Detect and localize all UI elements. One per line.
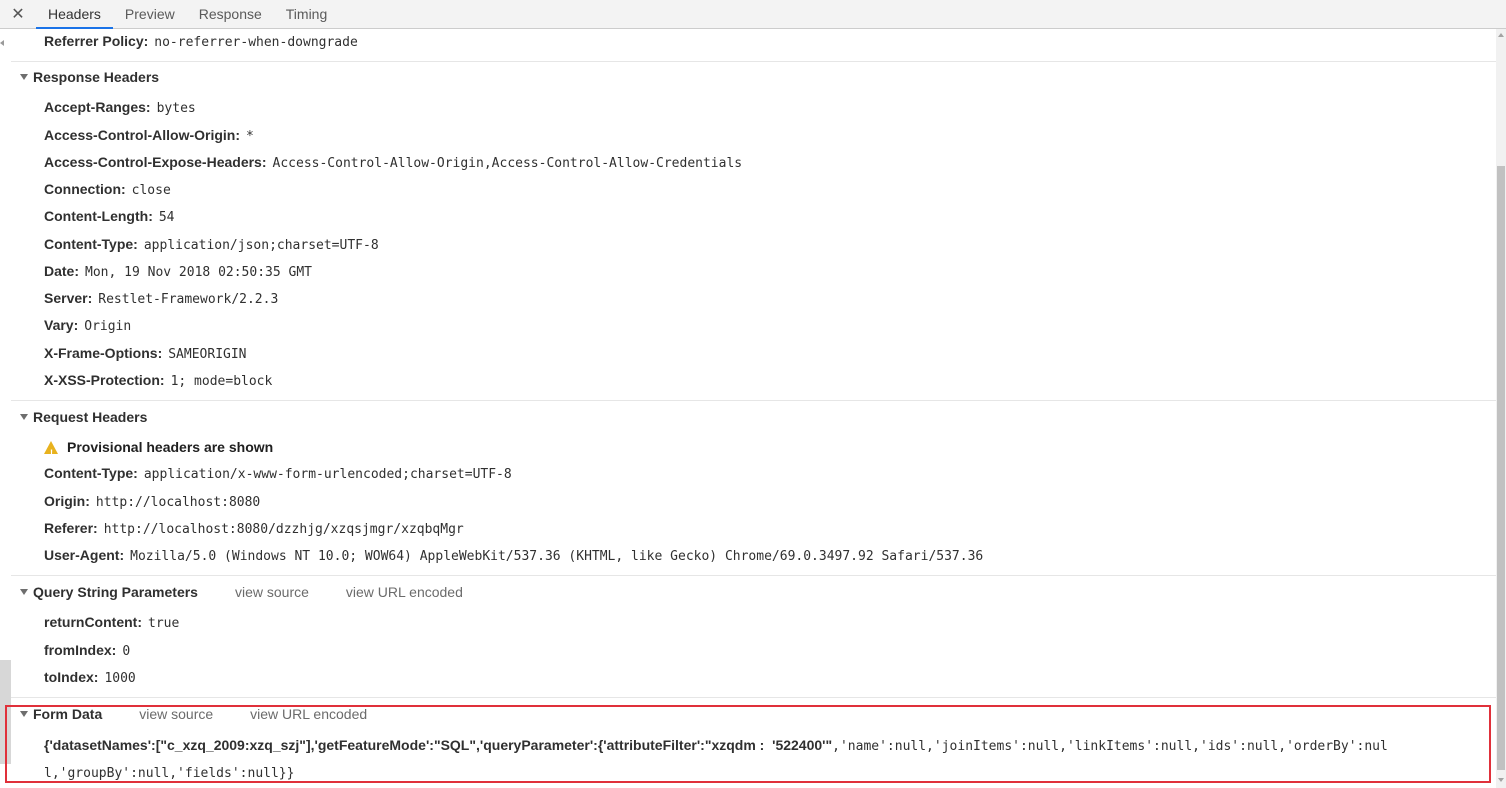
tab-timing[interactable]: Timing bbox=[274, 0, 340, 28]
section-title: Response Headers bbox=[33, 69, 160, 85]
header-key: Access-Control-Expose-Headers: bbox=[44, 154, 267, 170]
header-value: no-referrer-when-downgrade bbox=[154, 35, 358, 50]
tab-response[interactable]: Response bbox=[187, 0, 274, 28]
header-value: Mozilla/5.0 (Windows NT 10.0; WOW64) App… bbox=[130, 549, 984, 564]
provisional-warning: Provisional headers are shown bbox=[44, 437, 274, 463]
section-response-headers[interactable]: Response Headers bbox=[20, 67, 159, 87]
param-key: toIndex: bbox=[44, 669, 99, 685]
close-icon[interactable]: ✕ bbox=[0, 0, 36, 28]
view-url-encoded-link[interactable]: view URL encoded bbox=[346, 582, 463, 602]
header-row: Access-Control-Allow-Origin: * bbox=[44, 125, 254, 145]
tab-preview[interactable]: Preview bbox=[113, 0, 187, 28]
header-row: Connection: close bbox=[44, 179, 171, 199]
header-row-referrer-policy: Referrer Policy: no-referrer-when-downgra… bbox=[44, 31, 358, 51]
header-row: Content-Type: application/x-www-form-urle… bbox=[44, 463, 512, 483]
header-value: Restlet-Framework/2.2.3 bbox=[98, 292, 279, 307]
header-row: Content-Type: application/json;charset=UT… bbox=[44, 234, 379, 254]
header-key: Content-Length: bbox=[44, 208, 153, 224]
divider bbox=[11, 575, 1496, 576]
left-arrow-icon bbox=[0, 40, 4, 46]
header-key: Referer: bbox=[44, 520, 98, 536]
expand-triangle-icon[interactable] bbox=[20, 589, 28, 595]
param-key: fromIndex: bbox=[44, 642, 117, 658]
header-value: application/json;charset=UTF-8 bbox=[143, 238, 379, 253]
header-value: Mon, 19 Nov 2018 02:50:35 GMT bbox=[85, 265, 312, 280]
expand-triangle-icon[interactable] bbox=[20, 414, 28, 420]
header-row: Referer: http://localhost:8080/dzzhjg/xzq… bbox=[44, 518, 464, 538]
header-value: 1; mode=block bbox=[170, 374, 273, 389]
divider bbox=[11, 400, 1496, 401]
header-value: SAMEORIGIN bbox=[168, 347, 247, 362]
section-request-headers[interactable]: Request Headers bbox=[20, 407, 147, 427]
param-value: 1000 bbox=[104, 671, 136, 686]
warning-triangle-icon bbox=[44, 440, 59, 463]
header-key: X-Frame-Options: bbox=[44, 345, 163, 361]
param-row: returnContent: true bbox=[44, 612, 179, 632]
header-key: Access-Control-Allow-Origin: bbox=[44, 127, 241, 143]
header-key: Origin: bbox=[44, 493, 90, 509]
header-row: Accept-Ranges: bytes bbox=[44, 97, 196, 117]
header-value: http://localhost:8080/dzzhjg/xzqsjmgr/xz… bbox=[103, 522, 464, 537]
view-source-link[interactable]: view source bbox=[235, 582, 309, 602]
header-value: application/x-www-form-urlencoded;charse… bbox=[143, 467, 512, 482]
header-key: Vary: bbox=[44, 317, 79, 333]
header-key: Referrer Policy: bbox=[44, 33, 149, 49]
param-row: fromIndex: 0 bbox=[44, 640, 130, 660]
section-title: Request Headers bbox=[33, 409, 148, 425]
scrollbar-thumb[interactable] bbox=[1497, 166, 1505, 770]
header-key: Date: bbox=[44, 263, 80, 279]
header-row: Origin: http://localhost:8080 bbox=[44, 491, 260, 511]
header-key: Connection: bbox=[44, 181, 126, 197]
header-key: Content-Type: bbox=[44, 236, 138, 252]
header-row: Content-Length: 54 bbox=[44, 206, 175, 226]
header-row: Server: Restlet-Framework/2.2.3 bbox=[44, 288, 278, 308]
highlight-box bbox=[5, 705, 1491, 783]
divider bbox=[11, 61, 1496, 62]
param-value: true bbox=[148, 616, 180, 631]
header-key: Server: bbox=[44, 290, 93, 306]
header-key: User-Agent: bbox=[44, 547, 125, 563]
header-value: * bbox=[246, 129, 254, 144]
header-value: Access-Control-Allow-Origin,Access-Contr… bbox=[272, 156, 743, 171]
tab-headers[interactable]: Headers bbox=[36, 0, 113, 29]
header-value: 54 bbox=[158, 210, 175, 225]
header-key: Accept-Ranges: bbox=[44, 99, 151, 115]
header-row: Access-Control-Expose-Headers: Access-Con… bbox=[44, 152, 742, 172]
section-title: Query String Parameters bbox=[33, 584, 198, 600]
section-query-string-parameters[interactable]: Query String Parameters view source view… bbox=[20, 582, 463, 602]
header-value: Origin bbox=[84, 319, 132, 334]
header-row: Vary: Origin bbox=[44, 315, 131, 335]
header-value: bytes bbox=[156, 101, 196, 116]
header-key: X-XSS-Protection: bbox=[44, 372, 165, 388]
header-row: Date: Mon, 19 Nov 2018 02:50:35 GMT bbox=[44, 261, 312, 281]
expand-triangle-icon[interactable] bbox=[20, 74, 28, 80]
header-value: http://localhost:8080 bbox=[95, 495, 261, 510]
header-row: X-Frame-Options: SAMEORIGIN bbox=[44, 343, 247, 363]
header-value: close bbox=[131, 183, 171, 198]
header-row: User-Agent: Mozilla/5.0 (Windows NT 10.0;… bbox=[44, 545, 983, 565]
header-row: X-XSS-Protection: 1; mode=block bbox=[44, 370, 272, 390]
param-value: 0 bbox=[122, 644, 131, 659]
param-row: toIndex: 1000 bbox=[44, 667, 136, 687]
scroll-down-arrow-icon[interactable] bbox=[1498, 778, 1504, 782]
divider bbox=[11, 697, 1496, 698]
devtools-tabbar: ✕ Headers Preview Response Timing bbox=[0, 0, 1506, 29]
header-key: Content-Type: bbox=[44, 465, 138, 481]
param-key: returnContent: bbox=[44, 614, 142, 630]
warning-text: Provisional headers are shown bbox=[67, 439, 274, 455]
scroll-up-arrow-icon[interactable] bbox=[1498, 33, 1504, 37]
